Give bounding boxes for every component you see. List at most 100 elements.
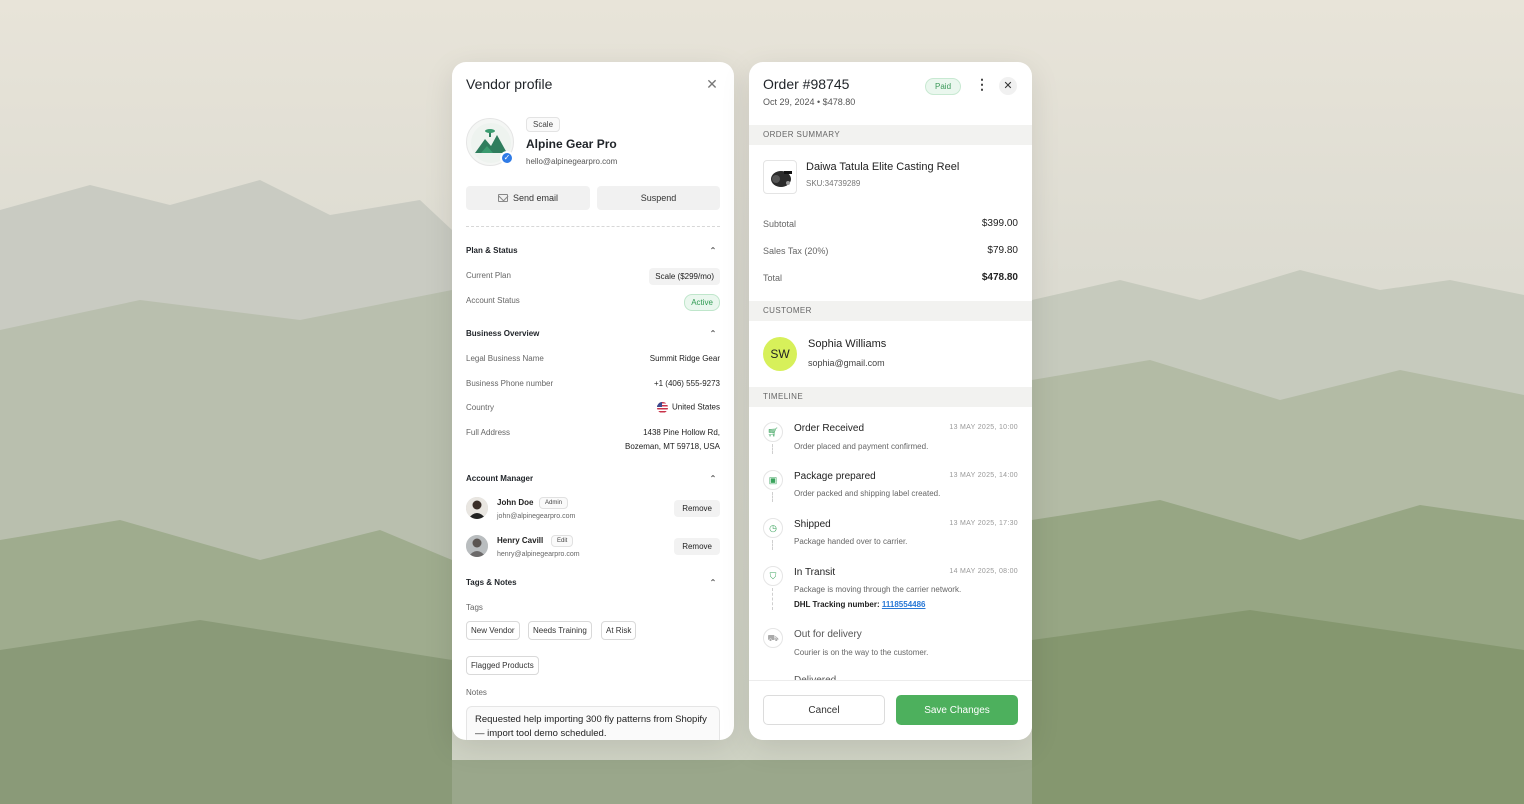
save-changes-button[interactable]: Save Changes <box>896 695 1018 725</box>
close-icon[interactable]: ✕ <box>704 76 720 92</box>
current-plan-label: Current Plan <box>466 271 511 280</box>
cart-icon: 🛒︎ <box>763 422 783 442</box>
customer-heading: CUSTOMER <box>749 301 1032 321</box>
timeline-title: Package prepared <box>794 471 876 482</box>
section-business-overview[interactable]: Business Overview ⌃ <box>466 329 720 343</box>
section-heading: Plan & Status <box>466 246 518 255</box>
tag-chip[interactable]: Needs Training <box>528 621 592 640</box>
tax-value: $79.80 <box>987 245 1018 256</box>
timeline-title: Out for delivery <box>794 629 862 640</box>
us-flag-icon <box>656 402 668 413</box>
section-account-manager[interactable]: Account Manager ⌃ <box>466 474 720 488</box>
chevron-up-icon[interactable]: ⌃ <box>708 474 718 484</box>
timeline-connector <box>772 540 773 550</box>
box-icon: ▣ <box>763 470 783 490</box>
status-badge: Active <box>684 294 720 311</box>
tags-label: Tags <box>466 603 483 612</box>
verified-badge-icon: ✓ <box>500 151 514 165</box>
chevron-up-icon[interactable]: ⌃ <box>708 329 718 339</box>
phone-label: Business Phone number <box>466 379 554 388</box>
tag-chip[interactable]: New Vendor <box>466 621 520 640</box>
timeline-desc: Order placed and payment confirmed. <box>794 442 929 451</box>
current-plan-value: Scale ($299/mo) <box>649 268 720 285</box>
tag-chip[interactable]: Flagged Products <box>466 656 539 675</box>
more-options-icon[interactable]: ⋮ <box>975 77 989 92</box>
truck-icon: ⛟ <box>763 628 783 648</box>
customer-name: Sophia Williams <box>808 338 887 350</box>
remove-manager-button[interactable]: Remove <box>674 500 720 517</box>
address-label: Full Address <box>466 428 511 437</box>
tracking-link[interactable]: 1118554486 <box>882 600 926 609</box>
address-line-1: 1438 Pine Hollow Rd, <box>643 428 720 437</box>
country-label: Country <box>466 403 495 412</box>
subtotal-label: Subtotal <box>763 219 797 229</box>
timeline-connector <box>772 588 773 610</box>
timeline-heading: TIMELINE <box>749 387 1032 407</box>
timeline-title: Order Received <box>794 423 865 434</box>
chevron-up-icon[interactable]: ⌃ <box>708 578 718 588</box>
tax-label: Sales Tax (20%) <box>763 246 829 256</box>
suspend-label: Suspend <box>640 193 677 203</box>
divider <box>466 226 720 227</box>
timeline-connector <box>772 492 773 502</box>
vendor-name: Alpine Gear Pro <box>526 137 617 151</box>
send-email-button[interactable]: Send email <box>466 186 590 210</box>
tracking-info: DHL Tracking number: 1118554486 <box>794 600 926 609</box>
timeline-time: 13 MAY 2025, 14:00 <box>949 472 1018 479</box>
manager-email: henry@alpinegearpro.com <box>497 551 580 558</box>
vendor-panel-title: Vendor profile <box>466 76 553 92</box>
customer-email: sophia@gmail.com <box>808 358 885 368</box>
timeline-title: In Transit <box>794 567 836 578</box>
manager-role-badge: Admin <box>539 497 569 509</box>
address-line-2: Bozeman, MT 59718, USA <box>624 442 720 451</box>
subtotal-value: $399.00 <box>981 218 1018 229</box>
country-name: United States <box>671 402 720 412</box>
vendor-email: hello@alpinegearpro.com <box>526 157 618 166</box>
notes-textarea[interactable]: Requested help importing 300 fly pattern… <box>466 706 720 740</box>
product-name: Daiwa Tatula Elite Casting Reel <box>806 161 960 173</box>
timeline-desc: Package handed over to carrier. <box>794 537 908 546</box>
manager-role-badge: Edit <box>551 535 574 547</box>
phone-value: +1 (406) 555-9273 <box>653 379 720 388</box>
timeline-desc: Package is moving through the carrier ne… <box>794 585 962 594</box>
section-tags-notes[interactable]: Tags & Notes ⌃ <box>466 578 720 592</box>
section-heading: Business Overview <box>466 329 540 338</box>
country-value: United States <box>656 402 720 413</box>
status-badge: Paid <box>925 78 962 95</box>
section-plan-status[interactable]: Plan & Status ⌃ <box>466 246 720 260</box>
total-label: Total <box>763 273 783 283</box>
legal-name-label: Legal Business Name <box>466 354 544 363</box>
tracking-label: DHL Tracking number: <box>794 600 880 609</box>
total-value: $478.80 <box>981 272 1018 283</box>
notes-label: Notes <box>466 688 487 697</box>
manager-name: Henry Cavill <box>497 536 544 545</box>
cancel-button[interactable]: Cancel <box>763 695 885 725</box>
tag-chip[interactable]: At Risk <box>601 621 637 640</box>
product-sku: SKU:34739289 <box>806 179 861 188</box>
avatar <box>466 497 488 519</box>
timeline-title: Shipped <box>794 519 831 530</box>
close-icon[interactable]: ✕ <box>999 77 1017 95</box>
order-subtitle: Oct 29, 2024 • $478.80 <box>763 97 856 107</box>
account-status-label: Account Status <box>466 296 520 305</box>
avatar <box>466 535 488 557</box>
vendor-profile-panel: Vendor profile ✕ ✓ Scale Alpine Gear Pro… <box>452 62 734 740</box>
section-heading: Tags & Notes <box>466 578 517 587</box>
suspend-button[interactable]: Suspend <box>597 186 720 210</box>
order-title: Order #98745 <box>763 76 850 92</box>
chevron-up-icon[interactable]: ⌃ <box>708 246 718 256</box>
timeline-desc: Order packed and shipping label created. <box>794 489 941 498</box>
timeline-desc: Courier is on the way to the customer. <box>794 648 929 657</box>
avatar: SW <box>763 337 797 371</box>
order-panel: Order #98745 Oct 29, 2024 • $478.80 Paid… <box>749 62 1032 740</box>
mail-icon <box>497 194 508 202</box>
order-summary-heading: ORDER SUMMARY <box>749 125 1032 145</box>
timeline-time: 14 MAY 2025, 08:00 <box>949 568 1018 575</box>
timeline-time: 13 MAY 2025, 17:30 <box>949 520 1018 527</box>
remove-manager-button[interactable]: Remove <box>674 538 720 555</box>
timeline-connector <box>772 444 773 454</box>
send-email-label: Send email <box>512 193 559 203</box>
plan-chip: Scale <box>526 117 561 132</box>
vendor-panel-header: Vendor profile ✕ <box>466 76 720 96</box>
manager-name: John Doe <box>497 498 534 507</box>
